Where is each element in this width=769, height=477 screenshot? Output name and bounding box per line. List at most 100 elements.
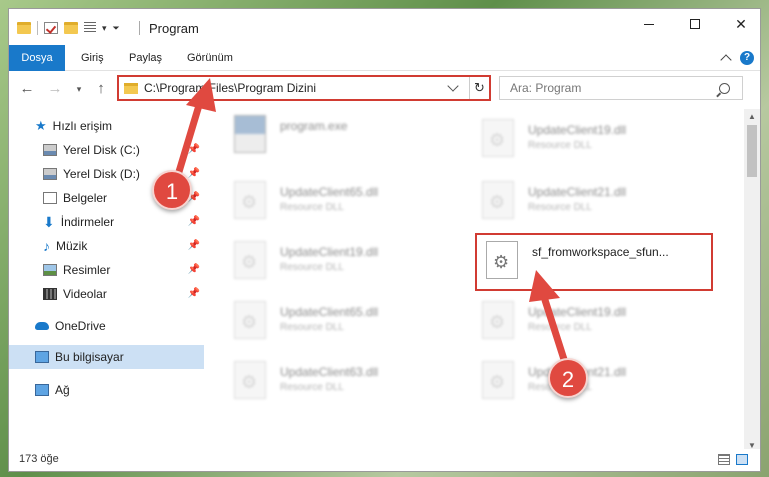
- executable-icon: [234, 115, 266, 153]
- pin-icon[interactable]: 📌: [188, 144, 200, 155]
- search-icon: [719, 82, 730, 94]
- music-note-icon: ♪: [43, 238, 50, 254]
- documents-icon: [43, 192, 57, 204]
- forward-arrow-icon[interactable]: →: [45, 80, 65, 97]
- close-icon: ✕: [735, 15, 747, 32]
- sidebar-item-label: OneDrive: [55, 319, 106, 333]
- maximize-button[interactable]: [672, 9, 718, 39]
- tab-share[interactable]: Paylaş: [117, 45, 174, 71]
- address-bar[interactable]: C:\Program Files\Program Dizini ↻: [117, 75, 491, 101]
- sidebar-item-label: Videolar: [63, 287, 107, 301]
- file-type: Resource DLL: [528, 202, 592, 213]
- sidebar-item-downloads[interactable]: ⬇ İndirmeler 📌: [9, 210, 204, 234]
- sidebar-item-label: Yerel Disk (C:): [63, 143, 140, 157]
- ribbon-controls: ?: [720, 51, 754, 66]
- new-folder-icon[interactable]: [64, 22, 78, 34]
- sidebar-item-label: Resimler: [63, 263, 111, 277]
- file-type: Resource DLL: [528, 322, 592, 333]
- list-item[interactable]: UpdateClient65.dll Resource DLL: [214, 175, 444, 225]
- minimize-button[interactable]: [626, 9, 672, 39]
- dll-file-icon: [234, 301, 266, 339]
- star-icon: ★: [35, 118, 47, 133]
- maximize-icon: [690, 19, 700, 29]
- list-item[interactable]: UpdateClient63.dll Resource DLL: [214, 355, 444, 405]
- up-arrow-icon[interactable]: ↑: [91, 80, 111, 97]
- list-item[interactable]: UpdateClient19.dll Resource DLL: [462, 113, 692, 163]
- sidebar-item-onedrive[interactable]: OneDrive: [9, 314, 204, 338]
- sidebar-item-this-pc[interactable]: Bu bilgisayar: [9, 345, 204, 369]
- sidebar-item-quick-access[interactable]: ★ Hızlı erişim: [9, 114, 204, 138]
- vertical-scrollbar[interactable]: ▲ ▼: [744, 109, 760, 453]
- dll-file-icon: [482, 119, 514, 157]
- title-divider: [139, 21, 140, 35]
- drive-icon: [43, 144, 57, 156]
- file-name: UpdateClient65.dll: [280, 305, 379, 319]
- properties-icon[interactable]: [84, 22, 96, 34]
- sidebar-item-videos[interactable]: Videolar 📌: [9, 282, 204, 306]
- search-input[interactable]: Ara: Program: [510, 81, 719, 95]
- folder-icon: [124, 82, 138, 94]
- tab-file[interactable]: Dosya: [9, 45, 65, 71]
- scroll-up-icon[interactable]: ▲: [748, 112, 756, 121]
- list-item[interactable]: program.exe: [214, 109, 444, 159]
- window-title: Program: [149, 21, 199, 36]
- sidebar-item-label: Ağ: [55, 383, 70, 397]
- file-name: UpdateClient63.dll: [280, 365, 379, 379]
- sidebar-item-label: Bu bilgisayar: [55, 350, 124, 364]
- file-type: Resource DLL: [528, 140, 592, 151]
- film-icon: [43, 288, 57, 300]
- expand-ribbon-icon[interactable]: [720, 54, 732, 66]
- pin-icon[interactable]: 📌: [188, 240, 200, 251]
- status-bar: 173 öğe: [9, 449, 760, 471]
- list-item[interactable]: UpdateClient21.dll Resource DLL: [462, 175, 692, 225]
- sidebar-item-label: Hızlı erişim: [52, 119, 112, 133]
- dll-file-icon: [234, 241, 266, 279]
- back-arrow-icon[interactable]: ←: [17, 80, 37, 97]
- large-icons-view-icon[interactable]: [736, 454, 748, 465]
- close-button[interactable]: ✕: [718, 9, 760, 39]
- file-name: program.exe: [280, 119, 348, 133]
- help-icon[interactable]: ?: [740, 51, 754, 65]
- pin-icon[interactable]: 📌: [188, 264, 200, 275]
- dll-file-icon: [234, 361, 266, 399]
- sidebar-item-label: Müzik: [56, 239, 88, 253]
- dll-file-icon: [482, 181, 514, 219]
- details-view-icon[interactable]: [718, 454, 730, 465]
- list-item[interactable]: UpdateClient19.dll Resource DLL: [462, 295, 692, 345]
- list-item[interactable]: UpdateClient65.dll Resource DLL: [214, 295, 444, 345]
- file-name: UpdateClient65.dll: [280, 185, 379, 199]
- pin-icon[interactable]: 📌: [188, 288, 200, 299]
- item-count: 173 öğe: [19, 453, 59, 465]
- sidebar-item-local-disk-c[interactable]: Yerel Disk (C:) 📌: [9, 138, 204, 162]
- explorer-window: ▾ ⏷ Program ✕ Dosya Giriş Paylaş Görünüm…: [8, 8, 761, 472]
- sidebar-item-network[interactable]: Ağ: [9, 378, 204, 402]
- network-icon: [35, 384, 49, 396]
- navigation-pane: ★ Hızlı erişim Yerel Disk (C:) 📌 Yerel D…: [9, 109, 204, 449]
- chevron-down-icon[interactable]: [447, 80, 459, 92]
- file-type: Resource DLL: [280, 382, 344, 393]
- download-arrow-icon: ⬇: [43, 214, 55, 230]
- chevron-down-icon[interactable]: ▾: [102, 23, 107, 34]
- pin-icon[interactable]: 📌: [188, 168, 200, 179]
- sidebar-item-label: Belgeler: [63, 191, 108, 205]
- recent-locations-icon[interactable]: ▾: [69, 84, 89, 95]
- file-name: UpdateClient21.dll: [528, 185, 627, 199]
- tab-view[interactable]: Görünüm: [175, 45, 245, 71]
- dll-file-icon: [482, 361, 514, 399]
- refresh-icon[interactable]: ↻: [469, 77, 489, 99]
- sidebar-item-pictures[interactable]: Resimler 📌: [9, 258, 204, 282]
- pin-icon[interactable]: 📌: [188, 216, 200, 227]
- properties-check-icon[interactable]: [44, 22, 58, 34]
- address-path[interactable]: C:\Program Files\Program Dizini: [144, 81, 449, 95]
- list-item[interactable]: UpdateClient19.dll Resource DLL: [214, 235, 444, 285]
- file-type: Resource DLL: [280, 202, 344, 213]
- dll-file-icon: [482, 301, 514, 339]
- customize-toolbar-icon[interactable]: ⏷: [113, 23, 120, 34]
- tab-home[interactable]: Giriş: [69, 45, 116, 71]
- sidebar-item-label: İndirmeler: [60, 215, 115, 229]
- file-name: UpdateClient19.dll: [280, 245, 379, 259]
- search-box[interactable]: Ara: Program: [499, 76, 743, 100]
- scrollbar-thumb[interactable]: [747, 125, 757, 177]
- sidebar-item-music[interactable]: ♪ Müzik 📌: [9, 234, 204, 258]
- dll-file-icon: [234, 181, 266, 219]
